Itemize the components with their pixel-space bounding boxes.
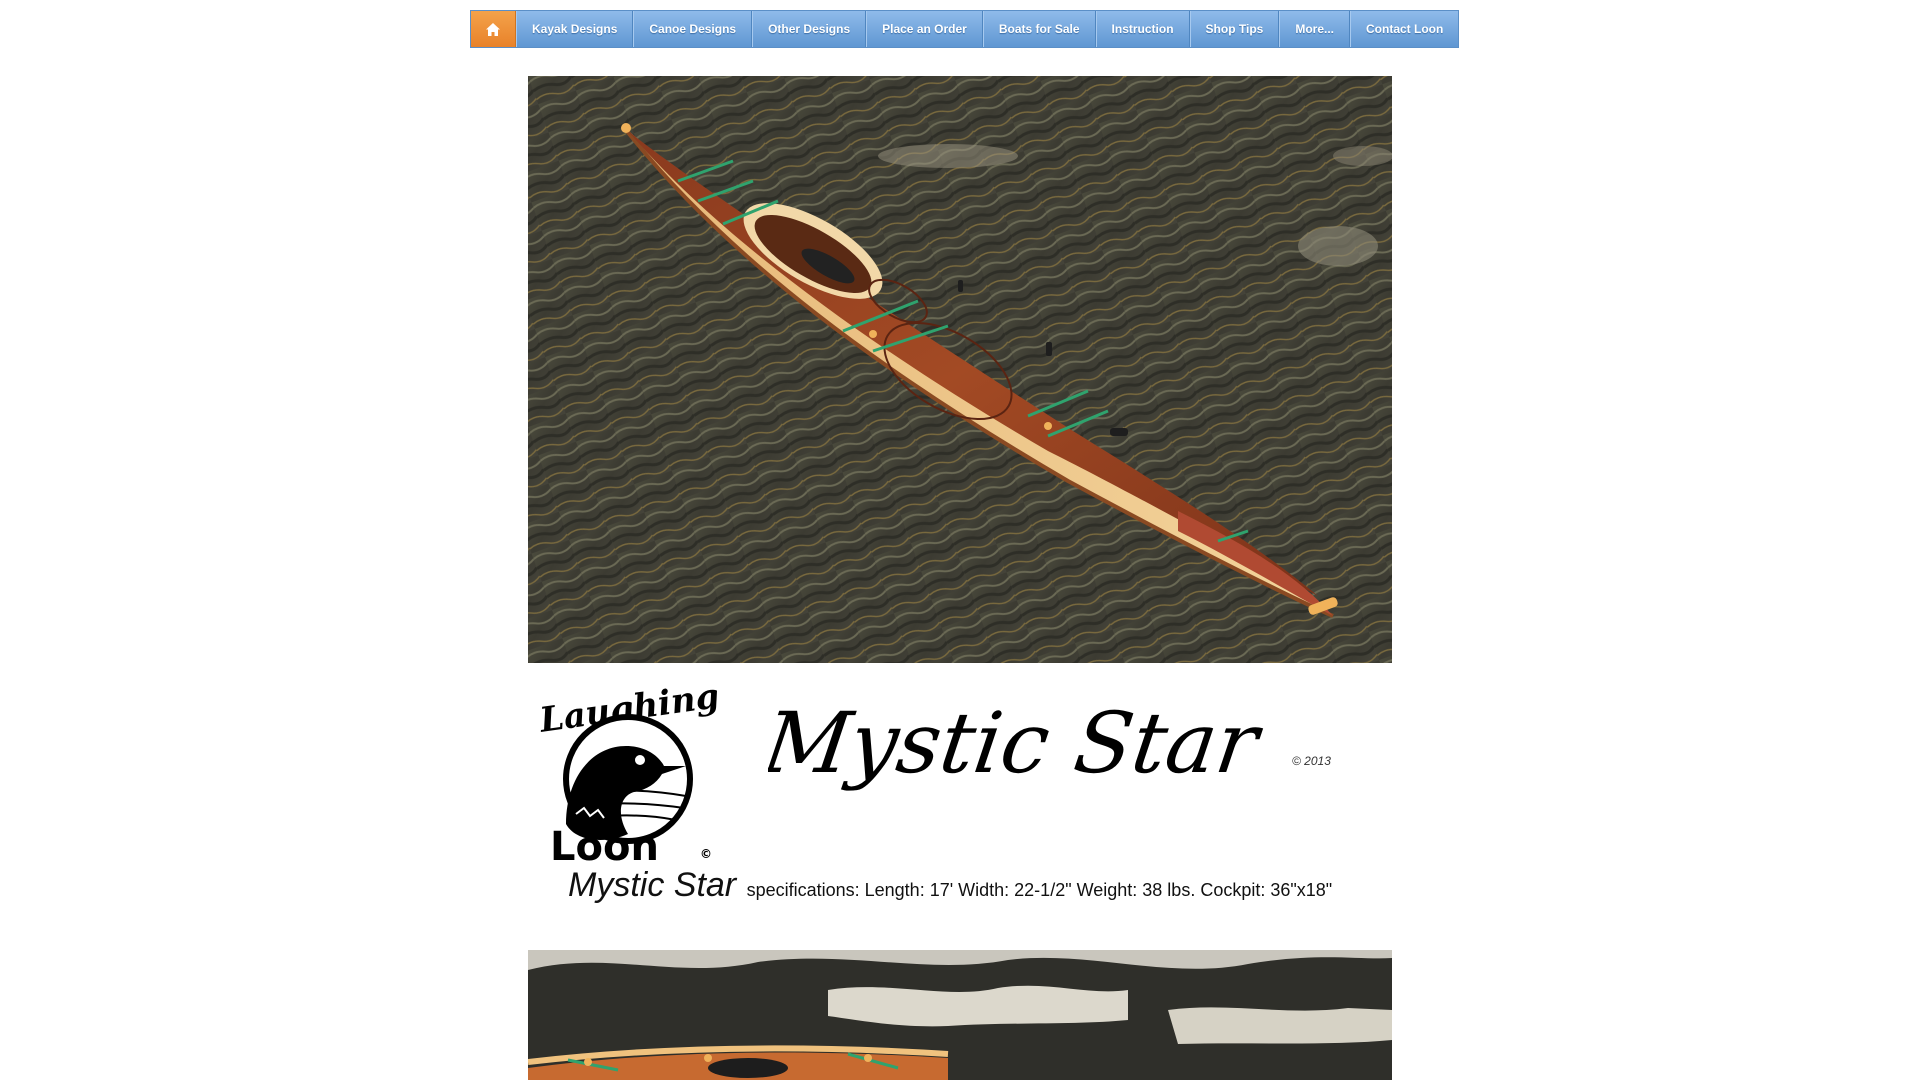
nav-item-canoe-designs[interactable]: Canoe Designs [633, 11, 753, 47]
nav-item-shop-tips[interactable]: Shop Tips [1189, 11, 1280, 47]
nav-item-boats-for-sale[interactable]: Boats for Sale [982, 11, 1096, 47]
main-nav: Kayak Designs Canoe Designs Other Design… [470, 10, 1460, 48]
nav-home-button[interactable] [471, 11, 516, 47]
nav-item-instruction[interactable]: Instruction [1095, 11, 1190, 47]
specs-text: specifications: Length: 17' Width: 22-1/… [746, 880, 1333, 900]
kayak-hero-photo [528, 76, 1392, 663]
nav-item-place-an-order[interactable]: Place an Order [866, 11, 983, 47]
page: Kayak Designs Canoe Designs Other Design… [0, 0, 1920, 1080]
svg-text:Mystic Star: Mystic Star [768, 694, 1268, 792]
nav-item-more[interactable]: More... [1279, 11, 1350, 47]
nav-item-contact-loon[interactable]: Contact Loon [1350, 11, 1458, 47]
kayak-second-photo [528, 950, 1392, 1080]
home-icon [486, 22, 500, 36]
svg-text:©: © [700, 847, 712, 861]
laughing-loon-logo: Laughing Loon © [536, 674, 722, 870]
nav-item-kayak-designs[interactable]: Kayak Designs [516, 11, 634, 47]
mystic-star-script-title: Mystic Star [756, 690, 1308, 810]
copyright-note: © 2013 [1292, 754, 1331, 768]
nav-item-other-designs[interactable]: Other Designs [752, 11, 867, 47]
svg-text:Loon: Loon [550, 824, 659, 870]
specs-line: Mystic Star specifications: Length: 17' … [568, 866, 1332, 905]
specs-model-name: Mystic Star [568, 866, 737, 904]
